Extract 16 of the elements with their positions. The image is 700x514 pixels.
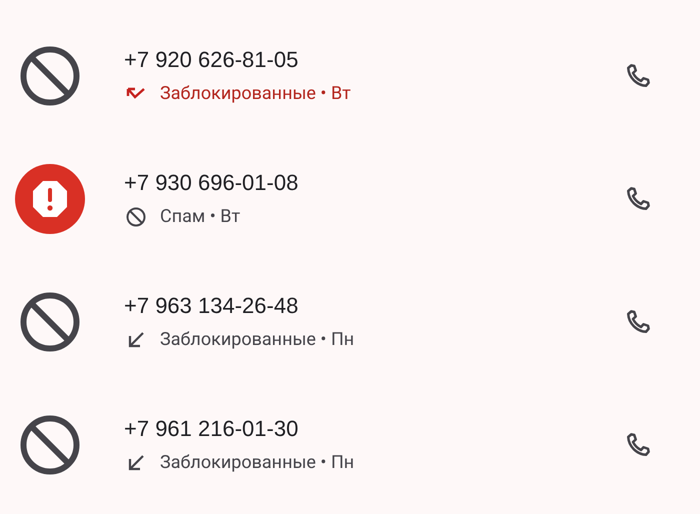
phone-number: +7 920 626-81-05 bbox=[124, 46, 300, 74]
blocked-avatar-icon bbox=[19, 414, 81, 476]
call-details: Заблокированные • Пн bbox=[160, 450, 354, 474]
call-details: Заблокированные • Вт bbox=[160, 82, 351, 106]
incoming-call-icon bbox=[127, 454, 145, 472]
missed-call-icon bbox=[126, 86, 146, 100]
warning-avatar-icon bbox=[15, 164, 85, 234]
incoming-call-icon bbox=[127, 330, 145, 348]
blocked-icon bbox=[126, 206, 146, 226]
phone-number: +7 963 134-26-48 bbox=[124, 292, 300, 320]
blocked-avatar-icon bbox=[19, 290, 81, 352]
phone-number: +7 961 216-01-30 bbox=[124, 414, 300, 442]
call-details: Заблокированные • Пн bbox=[160, 328, 354, 352]
blocked-avatar-icon bbox=[19, 44, 81, 106]
phone-number: +7 930 696-01-08 bbox=[124, 168, 300, 196]
call-details: Спам • Вт bbox=[160, 204, 240, 228]
